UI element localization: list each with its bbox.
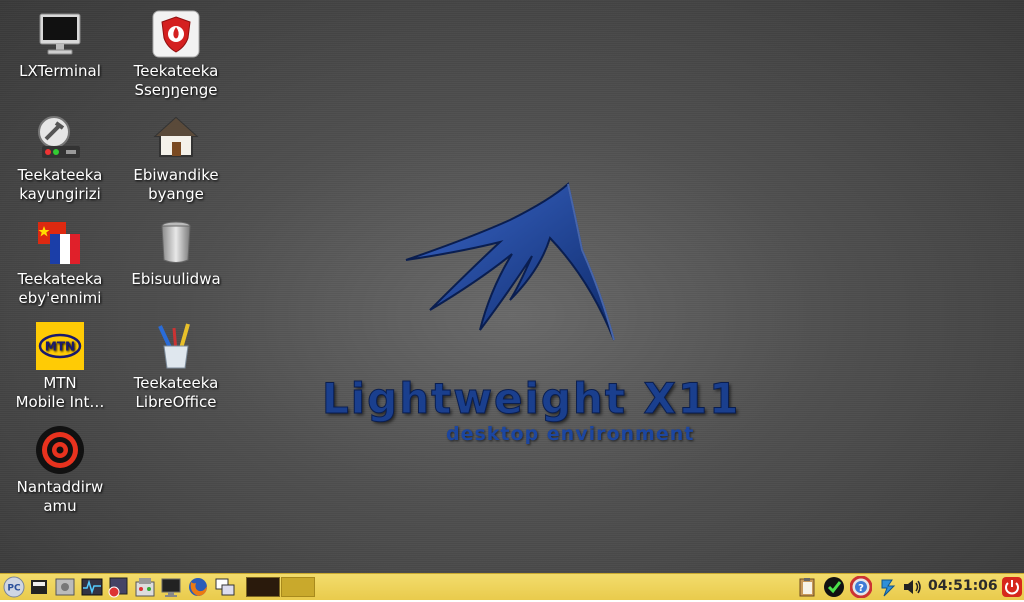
workspace-1[interactable]: [246, 577, 280, 597]
power-icon[interactable]: [1001, 576, 1023, 598]
desktop-icon-label: Ebisuulidwa: [131, 270, 221, 288]
desktop[interactable]: LXTerminal Teekateeka kayungirizi Teekat…: [0, 0, 1024, 573]
desktop-icon-label: Teekateeka LibreOffice: [133, 374, 219, 411]
update-check-icon[interactable]: [823, 576, 845, 598]
clipboard-icon[interactable]: [796, 576, 818, 598]
desktop-icon-label: Nantaddirw amu: [16, 478, 104, 515]
minimize-all-icon[interactable]: [28, 576, 50, 598]
desktop-icon-target[interactable]: Nantaddirw amu: [4, 426, 116, 516]
desktop-icon-label: MTN Mobile Int…: [15, 374, 105, 411]
workspace-2[interactable]: [281, 577, 315, 597]
trash-can-icon: [152, 218, 200, 266]
file-manager-icon[interactable]: [54, 576, 76, 598]
software-center-icon[interactable]: [134, 576, 156, 598]
network-sync-icon[interactable]: [877, 576, 899, 598]
desktop-icon-mtn[interactable]: MTN MTN Mobile Int…: [4, 322, 116, 412]
desktop-icon-firewall[interactable]: Teekateeka Sseŋŋenge: [120, 10, 232, 100]
settings-wrench-icon: [36, 114, 84, 162]
target-icon: [36, 426, 84, 474]
desktop-icon-lxterminal[interactable]: LXTerminal: [4, 10, 116, 81]
desktop-icon-settings[interactable]: Teekateeka kayungirizi: [4, 114, 116, 204]
desktop-icon-label: LXTerminal: [19, 62, 101, 80]
svg-text:PC: PC: [7, 584, 21, 594]
desktop-icon-libreoffice[interactable]: Teekateeka LibreOffice: [120, 322, 232, 412]
desktop-icon-label: Ebiwandike byange: [133, 166, 219, 203]
desktop-icon-language[interactable]: Teekateeka eby'ennimi: [4, 218, 116, 308]
firefox-icon[interactable]: [187, 576, 209, 598]
svg-text:?: ?: [858, 583, 864, 594]
home-icon: [152, 114, 200, 162]
desktop-icon-label: Teekateeka kayungirizi: [17, 166, 103, 203]
desktop-icon-label: Teekateeka eby'ennimi: [17, 270, 103, 307]
clock[interactable]: 04:51:06: [928, 578, 998, 594]
taskbar: PC ? 04:51:06: [0, 573, 1024, 600]
desktop-icon-trash[interactable]: Ebisuulidwa: [120, 218, 232, 289]
volume-icon[interactable]: [901, 576, 923, 598]
window-switcher-icon[interactable]: [214, 576, 236, 598]
desktop-icon-home[interactable]: Ebiwandike byange: [120, 114, 232, 204]
lxde-title: Lightweight X11: [321, 374, 741, 424]
monitor-icon: [36, 10, 84, 58]
task-monitor-icon[interactable]: [81, 576, 103, 598]
svg-text:MTN: MTN: [45, 340, 75, 354]
mtn-logo-icon: MTN: [36, 322, 84, 370]
language-flags-icon: [36, 218, 84, 266]
image-viewer-icon[interactable]: [107, 576, 129, 598]
help-icon[interactable]: ?: [849, 575, 873, 599]
firewall-shield-icon: [152, 10, 200, 58]
terminal-icon[interactable]: [160, 576, 182, 598]
start-menu-icon[interactable]: PC: [3, 576, 25, 598]
pencil-cup-icon: [152, 322, 200, 370]
lxde-bird-logo: [405, 182, 615, 341]
lxde-subtitle: desktop environment: [446, 423, 695, 445]
desktop-icon-label: Teekateeka Sseŋŋenge: [133, 62, 219, 99]
